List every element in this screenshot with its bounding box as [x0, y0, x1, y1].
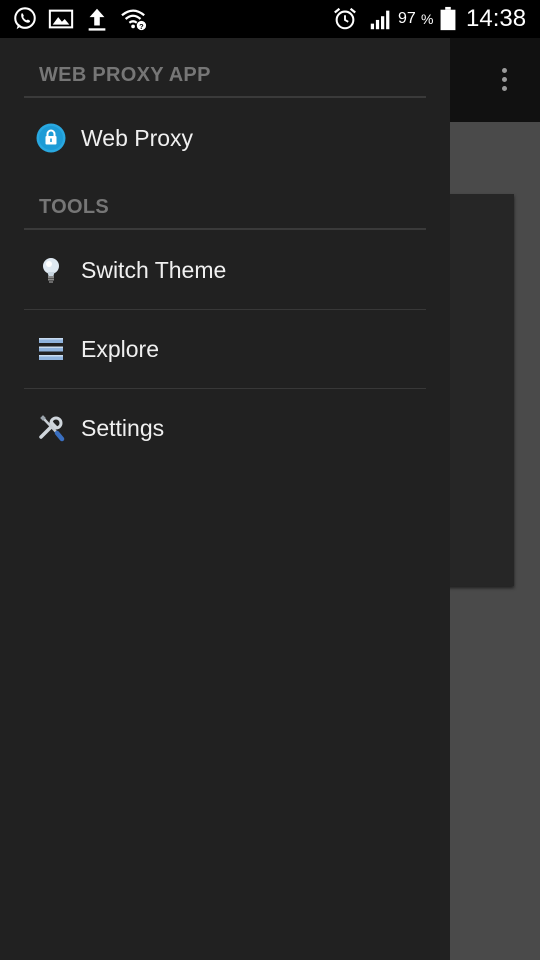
list-icon [39, 338, 63, 360]
drawer-item-label: Explore [81, 336, 159, 362]
wifi-icon: ? [121, 9, 147, 31]
lightbulb-icon [43, 258, 59, 283]
whatsapp-icon [14, 7, 36, 30]
signal-icon [370, 10, 390, 30]
drawer-item-explore[interactable]: Explore [24, 310, 426, 388]
svg-text:?: ? [139, 22, 144, 31]
clock: 14:38 [466, 5, 527, 32]
section-divider [24, 96, 426, 98]
wrench-screwdriver-icon [39, 415, 65, 442]
drawer-item-web-proxy[interactable]: Web Proxy [24, 99, 426, 177]
upload-icon [88, 8, 106, 31]
drawer-item-settings[interactable]: Settings [24, 389, 426, 467]
battery-percent: 97 [398, 10, 416, 27]
section-divider [24, 228, 426, 230]
battery-icon [440, 6, 456, 31]
navigation-drawer: WEB PROXY APP Web Proxy TOOLS Switch The… [0, 38, 450, 960]
alarm-icon [334, 7, 356, 30]
image-icon [48, 9, 74, 29]
section-header-app: WEB PROXY APP [39, 64, 211, 86]
section-header-tools: TOOLS [39, 196, 110, 218]
status-bar: ? 97 % 14:38 [0, 0, 540, 38]
more-vert-icon[interactable] [494, 66, 514, 94]
battery-percent-sign: % [421, 11, 434, 27]
drawer-item-label: Settings [81, 415, 165, 441]
lock-icon [36, 123, 66, 153]
drawer-item-label: Web Proxy [81, 125, 194, 151]
drawer-item-label: Switch Theme [81, 257, 227, 283]
drawer-item-switch-theme[interactable]: Switch Theme [24, 231, 426, 309]
